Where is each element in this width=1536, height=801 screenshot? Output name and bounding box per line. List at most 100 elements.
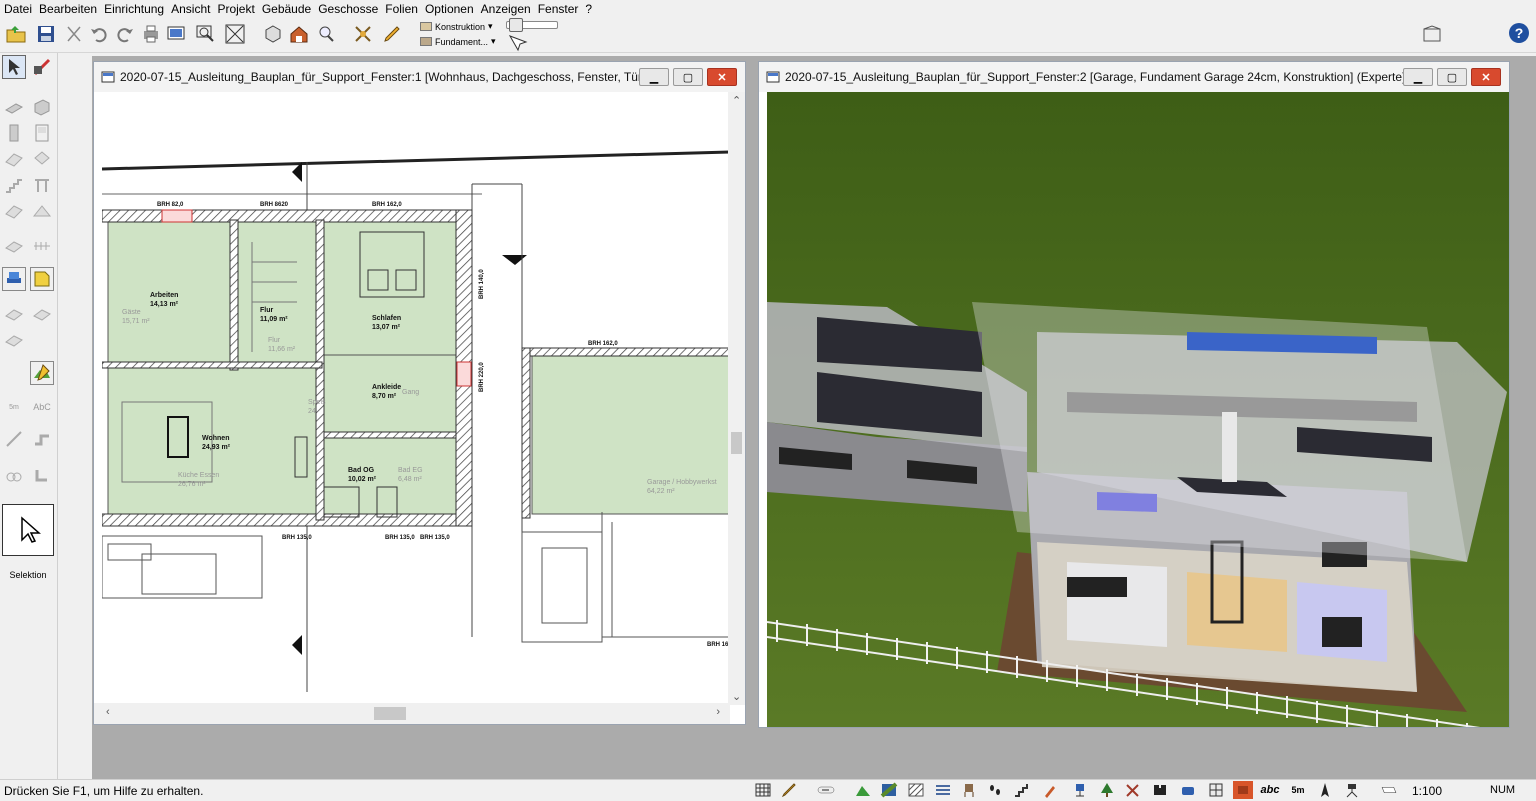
text-abc-icon[interactable]: abc xyxy=(1260,781,1280,799)
selection-tool-large[interactable] xyxy=(2,504,54,556)
help-icon[interactable]: ? xyxy=(1507,21,1531,45)
puzzle-icon[interactable] xyxy=(1150,781,1170,799)
undo-icon[interactable] xyxy=(87,22,111,46)
menu-einrichtung[interactable]: Einrichtung xyxy=(104,2,169,16)
opening-tool-icon[interactable] xyxy=(30,147,54,171)
window-tool-icon[interactable] xyxy=(2,147,26,171)
menu-datei[interactable]: Datei xyxy=(4,2,37,16)
menu-bearbeiten[interactable]: Bearbeiten xyxy=(39,2,102,16)
plan-vertical-scrollbar[interactable]: ⌃ ⌄ xyxy=(728,92,745,705)
3d-render-canvas[interactable] xyxy=(767,92,1509,727)
beam-tool-icon[interactable] xyxy=(30,173,54,197)
footprints-icon[interactable] xyxy=(985,781,1005,799)
material-dropdown[interactable]: Fundament... ▾ xyxy=(420,36,496,47)
scroll-down-icon[interactable]: ⌄ xyxy=(732,690,741,703)
scroll-up-icon[interactable]: ⌃ xyxy=(732,94,741,107)
menu-help[interactable]: ? xyxy=(585,2,597,16)
wall-tool-icon[interactable] xyxy=(2,95,26,119)
menu-anzeigen[interactable]: Anzeigen xyxy=(481,2,536,16)
render-window-titlebar[interactable]: 2020-07-15_Ausleitung_Bauplan_für_Suppor… xyxy=(759,62,1509,92)
floor-plan-canvas[interactable]: Arbeiten 14,13 m² Flur 11,09 m² Schlafen… xyxy=(102,92,730,705)
stairs-icon[interactable] xyxy=(1012,781,1032,799)
3d-model-icon[interactable] xyxy=(261,22,285,46)
pipe-tool-icon[interactable] xyxy=(30,427,54,451)
zoom-window-icon[interactable] xyxy=(193,22,217,46)
scroll-right-icon[interactable]: › xyxy=(716,706,720,718)
stripes-icon[interactable] xyxy=(933,781,953,799)
navigate-icon[interactable] xyxy=(505,31,529,55)
magnify-icon[interactable] xyxy=(314,22,338,46)
catalog-icon[interactable] xyxy=(1420,22,1444,46)
texture-icon[interactable] xyxy=(879,781,899,799)
print-preview-icon[interactable] xyxy=(164,22,188,46)
dormer-tool-icon[interactable] xyxy=(30,199,54,223)
vertical-scroll-thumb[interactable] xyxy=(731,432,742,454)
open-folder-icon[interactable] xyxy=(4,22,28,46)
zoom-slider[interactable] xyxy=(506,18,558,32)
plan-horizontal-scrollbar[interactable]: ‹ › xyxy=(94,703,730,724)
redo-icon[interactable] xyxy=(113,22,137,46)
install-tool-icon[interactable] xyxy=(30,465,54,489)
paint-icon[interactable] xyxy=(1040,781,1060,799)
plan-window-titlebar[interactable]: 2020-07-15_Ausleitung_Bauplan_für_Suppor… xyxy=(94,62,745,92)
cut-icon[interactable] xyxy=(62,22,86,46)
north-arrow-icon[interactable] xyxy=(1315,781,1335,799)
hatch-icon[interactable] xyxy=(906,781,926,799)
office-chair-icon[interactable] xyxy=(1070,781,1090,799)
close-button[interactable]: ✕ xyxy=(707,68,737,86)
plan-3d-icon[interactable] xyxy=(30,301,54,325)
minimize-button[interactable]: ▁ xyxy=(1403,68,1433,86)
menu-optionen[interactable]: Optionen xyxy=(425,2,479,16)
selection-arrow-icon[interactable] xyxy=(2,55,26,79)
pencil-icon[interactable] xyxy=(380,22,404,46)
window-icon[interactable] xyxy=(1206,781,1226,799)
menu-geschosse[interactable]: Geschosse xyxy=(318,2,383,16)
column-tool-icon[interactable] xyxy=(2,121,26,145)
grid-icon[interactable] xyxy=(753,781,773,799)
pencil-icon[interactable] xyxy=(779,781,799,799)
railing-tool-icon[interactable] xyxy=(30,233,54,257)
roof-tool-icon[interactable] xyxy=(2,199,26,223)
menu-projekt[interactable]: Projekt xyxy=(217,2,259,16)
slab-tool-icon[interactable] xyxy=(2,233,26,257)
menu-fenster[interactable]: Fenster xyxy=(538,2,584,16)
maximize-button[interactable]: ▢ xyxy=(1437,68,1467,86)
3d-toggle-icon[interactable] xyxy=(1233,781,1253,799)
dimension-tool-icon[interactable]: 5m xyxy=(2,395,26,419)
surface-tool-icon[interactable] xyxy=(2,327,26,351)
snap-icon[interactable] xyxy=(351,22,375,46)
sink-icon[interactable] xyxy=(1178,781,1198,799)
slider-knob[interactable] xyxy=(509,18,523,32)
label-tool-icon[interactable] xyxy=(30,267,54,291)
tree-icon[interactable] xyxy=(1097,781,1117,799)
layer-toggle-icon[interactable] xyxy=(808,781,844,799)
3d-view-window[interactable]: 2020-07-15_Ausleitung_Bauplan_für_Suppor… xyxy=(758,61,1510,728)
menu-folien[interactable]: Folien xyxy=(385,2,423,16)
text-tool-icon[interactable]: AbC xyxy=(30,395,54,419)
menu-ansicht[interactable]: Ansicht xyxy=(171,2,215,16)
scroll-left-icon[interactable]: ‹ xyxy=(106,706,110,718)
chair-icon[interactable] xyxy=(959,781,979,799)
house-view-icon[interactable] xyxy=(287,22,311,46)
close-button[interactable]: ✕ xyxy=(1471,68,1501,86)
plan-sheet-icon[interactable] xyxy=(1372,781,1406,799)
plan-tool-icon[interactable] xyxy=(2,301,26,325)
menu-gebaeude[interactable]: Gebäude xyxy=(262,2,316,16)
stair-tool-icon[interactable] xyxy=(2,173,26,197)
line-tool-icon[interactable] xyxy=(2,427,26,451)
minimize-button[interactable]: ▁ xyxy=(639,68,669,86)
group-tool-icon[interactable] xyxy=(2,465,26,489)
layer-dropdown[interactable]: Konstruktion ▾ xyxy=(420,21,493,32)
dimension-icon[interactable]: 5m xyxy=(1288,781,1308,799)
camera-tripod-icon[interactable] xyxy=(1342,781,1362,799)
horizontal-scroll-thumb[interactable] xyxy=(374,707,406,720)
wall-3d-icon[interactable] xyxy=(30,95,54,119)
scale-readout[interactable]: 1:100 xyxy=(1412,784,1442,798)
maximize-button[interactable]: ▢ xyxy=(673,68,703,86)
zoom-all-icon[interactable] xyxy=(223,22,247,46)
door-tool-icon[interactable] xyxy=(30,121,54,145)
terrain-icon[interactable] xyxy=(853,781,873,799)
edit-tool-icon[interactable] xyxy=(30,55,54,79)
floor-plan-window[interactable]: 2020-07-15_Ausleitung_Bauplan_für_Suppor… xyxy=(93,61,746,725)
terrain-tool-icon[interactable] xyxy=(30,361,54,385)
